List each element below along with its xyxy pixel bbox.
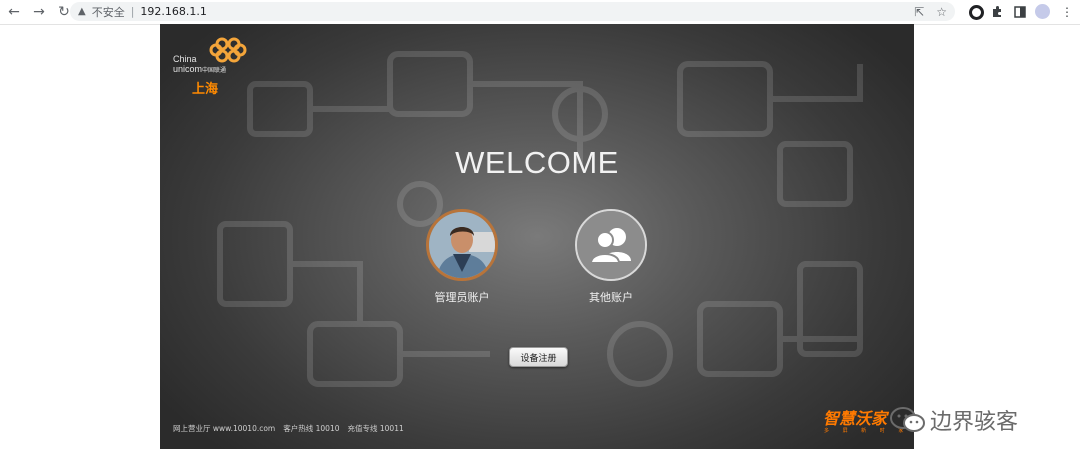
smart-home-brand: 智慧沃家	[823, 409, 888, 428]
other-account-label[interactable]: 其他账户	[551, 289, 671, 305]
forward-icon[interactable]: →	[28, 1, 50, 23]
welcome-title: WELCOME	[455, 145, 619, 180]
address-bar[interactable]: ▲ 不安全 | 192.168.1.1 ⇱ ☆	[70, 2, 955, 21]
profile-avatar-icon[interactable]	[1035, 4, 1050, 19]
brand-line2: unicom	[173, 64, 203, 74]
admin-photo-icon	[429, 212, 495, 278]
device-register-button[interactable]: 设备注册	[509, 347, 568, 367]
share-icon[interactable]: ⇱	[914, 5, 924, 19]
other-avatar[interactable]	[575, 209, 647, 281]
more-menu-icon[interactable]: ⋮	[1061, 3, 1073, 21]
extension-circle-icon[interactable]	[969, 5, 984, 20]
footer-hotline: 客户热线 10010	[283, 424, 340, 433]
footer-hall[interactable]: 网上营业厅 www.10010.com	[173, 423, 275, 434]
footer-links: 网上营业厅 www.10010.com 客户热线 10010 充值专线 1001…	[173, 423, 404, 434]
url-text: 192.168.1.1	[140, 5, 207, 18]
bookmark-star-icon[interactable]: ☆	[936, 5, 947, 19]
login-panel: China unicom中国联通 上海 WELCOME 管理员账户 其他账户 设…	[160, 24, 914, 449]
admin-avatar[interactable]	[426, 209, 498, 281]
wechat-icon	[890, 407, 925, 432]
watermark-text: 边界骇客	[930, 410, 1019, 435]
background-pattern	[217, 51, 863, 387]
users-icon	[577, 211, 645, 279]
browser-toolbar: ← → ↻ ▲ 不安全 | 192.168.1.1 ⇱ ☆ ⋮	[0, 0, 1080, 25]
warning-icon: ▲	[78, 6, 86, 17]
admin-account[interactable]: 管理员账户	[402, 209, 522, 305]
footer-recharge: 充值专线 10011	[347, 424, 404, 433]
extensions-puzzle-icon[interactable]	[991, 3, 1003, 21]
other-account[interactable]: 其他账户	[551, 209, 671, 305]
back-icon[interactable]: ←	[3, 1, 25, 23]
brand-cn: 中国联通	[202, 68, 227, 74]
address-separator: |	[130, 5, 135, 18]
side-panel-icon[interactable]	[1014, 3, 1026, 21]
admin-account-label[interactable]: 管理员账户	[402, 289, 522, 305]
brand-line1: China	[173, 54, 197, 64]
wechat-watermark: 边界骇客	[888, 400, 1018, 440]
brand-text: China unicom中国联通	[173, 54, 226, 76]
city-label: 上海	[192, 82, 219, 97]
security-label: 不安全	[91, 5, 125, 19]
